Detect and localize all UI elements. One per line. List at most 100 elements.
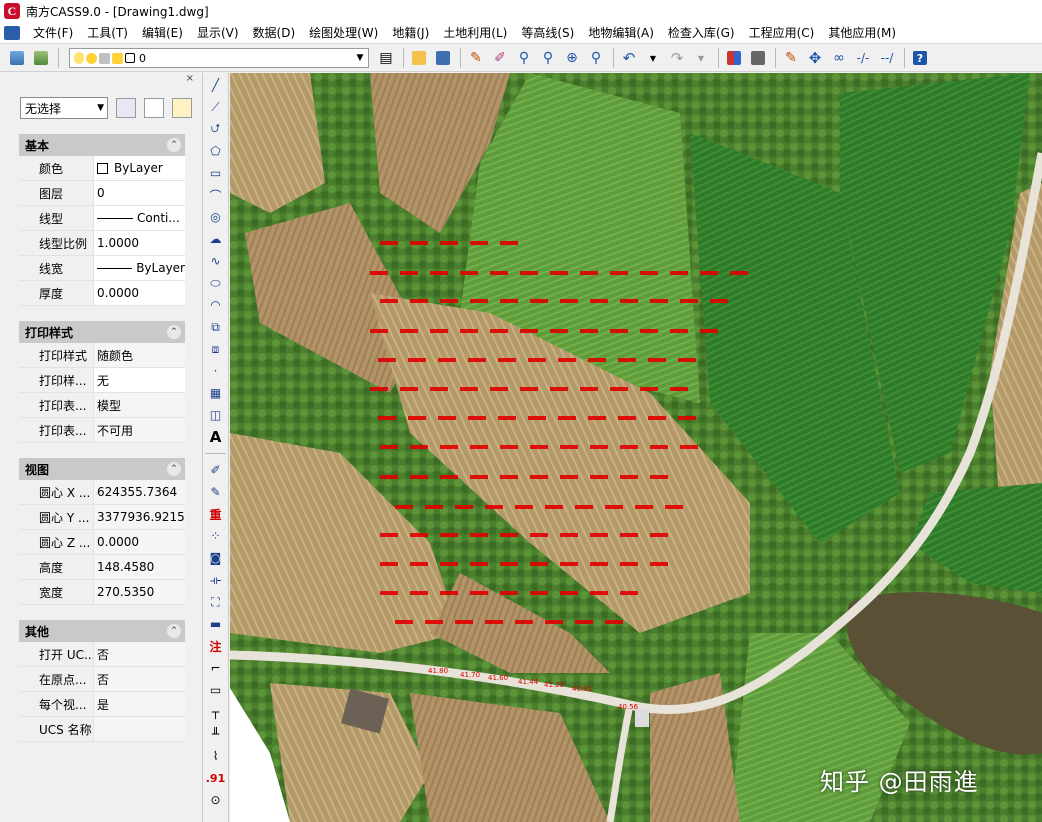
open-folder-icon[interactable] [408,47,430,69]
make-block-icon[interactable]: ⧈ [206,339,226,359]
construction-line-icon[interactable]: ⟋ [206,97,226,117]
collapse-icon[interactable]: ⌃ [167,462,181,476]
layers-icon[interactable] [6,47,28,69]
collapse-icon[interactable]: ⌃ [167,138,181,152]
property-value[interactable]: 148.4580 [93,555,185,579]
menu-item[interactable]: 检查入库(G) [661,22,742,44]
property-row[interactable]: 圆心 X ... 624355.7364 [19,480,185,505]
line-icon[interactable]: ╱ [206,75,226,95]
property-row[interactable]: 圆心 Y ... 3377936.9215 [19,505,185,530]
attribute-icon[interactable]: ✐ [206,460,226,480]
pencil-icon[interactable]: ✎ [465,47,487,69]
calculator-icon[interactable] [747,47,769,69]
property-value[interactable]: Conti... [93,206,185,230]
property-row[interactable]: 在原点... 否 [19,667,185,692]
property-row[interactable]: 颜色 ByLayer [19,156,185,181]
menu-item[interactable]: 数据(D) [246,22,303,44]
rectangle-icon[interactable]: ▭ [206,163,226,183]
ruler-icon[interactable]: ▬ [206,614,226,634]
link-icon[interactable]: ∞ [828,47,850,69]
save-icon[interactable] [432,47,454,69]
quick-select-icon[interactable] [172,98,192,118]
zoom-realtime-icon[interactable]: ⚲ [513,47,535,69]
text-icon[interactable]: A [206,427,226,447]
property-value[interactable]: 不可用 [93,418,185,442]
node-icon[interactable]: ⁘ [206,526,226,546]
insert-block-icon[interactable]: ⧉ [206,317,226,337]
zoom-window-icon[interactable]: ⚲ [537,47,559,69]
property-row[interactable]: 高度 148.4580 [19,555,185,580]
zoom-in-icon[interactable]: ⊕ [561,47,583,69]
property-value[interactable]: 0.0000 [93,530,185,554]
property-row[interactable]: 每个视... 是 [19,692,185,717]
menu-item[interactable]: 编辑(E) [135,22,190,44]
arc-icon[interactable]: ⌒ [206,185,226,205]
property-value[interactable]: 0.0000 [93,281,185,305]
menu-item[interactable]: 土地利用(L) [436,22,514,44]
elevation-point-icon[interactable]: .91 [206,768,226,788]
property-value[interactable]: 无 [93,368,185,392]
property-row[interactable]: 打印表... 模型 [19,393,185,418]
revision-cloud-icon[interactable]: ☁ [206,229,226,249]
undo-icon[interactable]: ↶ [618,47,640,69]
property-value[interactable]: 1.0000 [93,231,185,255]
section-header[interactable]: 基本 ⌃ [19,134,185,156]
chevron-down-icon[interactable]: ▼ [352,49,368,67]
hatch-icon[interactable]: ▦ [206,383,226,403]
property-value[interactable]: 0 [93,181,185,205]
collapse-icon[interactable]: ⌃ [167,325,181,339]
menu-item[interactable]: 工具(T) [80,22,135,44]
edit-pencil-icon[interactable]: ✎ [206,482,226,502]
polyline-icon[interactable]: ⮍ [206,119,226,139]
building-icon[interactable]: ⌐ [206,658,226,678]
menu-item[interactable]: 绘图处理(W) [302,22,385,44]
undo-dropdown-icon[interactable]: ▼ [642,47,664,69]
menu-item[interactable]: 地物编辑(A) [581,22,661,44]
selection-dropdown[interactable]: 无选择 ▼ [20,97,108,119]
linetype-icon[interactable]: ▤ [375,47,397,69]
property-row[interactable]: 线宽 ByLayer [19,256,185,281]
layer-dropdown[interactable]: 0 ▼ [69,48,369,68]
spline-icon[interactable]: ∿ [206,251,226,271]
property-row[interactable]: 线型比例 1.0000 [19,231,185,256]
extend-icon[interactable]: -/- [852,47,874,69]
redo-dropdown-icon[interactable]: ▼ [690,47,712,69]
break-icon[interactable]: --/ [876,47,898,69]
menu-item[interactable]: 文件(F) [26,22,80,44]
menu-item[interactable]: 其他应用(M) [821,22,903,44]
target-icon[interactable]: ⊙ [206,790,226,810]
property-value[interactable]: 624355.7364 [93,480,185,504]
close-icon[interactable]: × [186,73,194,87]
section-header[interactable]: 其他 ⌃ [19,620,185,642]
property-value[interactable]: 3377936.9215 [93,505,185,529]
toggle-pickadd-icon[interactable] [116,98,136,118]
property-value[interactable]: 否 [93,642,185,666]
property-row[interactable]: UCS 名称 [19,717,185,742]
property-value[interactable]: 是 [93,692,185,716]
ellipse-icon[interactable]: ⬭ [206,273,226,293]
eraser-icon[interactable]: ✐ [489,47,511,69]
survey-icon[interactable]: ⛶ [206,592,226,612]
section-header[interactable]: 视图 ⌃ [19,458,185,480]
weight-icon[interactable]: 重 [206,504,226,524]
property-row[interactable]: 打印样式 随颜色 [19,343,185,368]
camera-icon[interactable]: ◙ [206,548,226,568]
stake-icon[interactable]: ⟛ [206,570,226,590]
menu-item[interactable]: 显示(V) [190,22,246,44]
property-value[interactable]: ByLayer [93,156,185,180]
box-icon[interactable]: ▭ [206,680,226,700]
drawing-canvas[interactable]: 41.80 41.70 41.60 41.44 41.23 40.81 40.56 知乎 @… [230,73,1042,822]
property-row[interactable]: 打印样... 无 [19,368,185,393]
circle-icon[interactable]: ◎ [206,207,226,227]
ellipse-arc-icon[interactable]: ◠ [206,295,226,315]
property-row[interactable]: 打印表... 不可用 [19,418,185,443]
annotate-icon[interactable]: 注 [206,636,226,656]
section-header[interactable]: 打印样式 ⌃ [19,321,185,343]
help-icon[interactable]: ? [909,47,931,69]
vegetation-icon[interactable]: ⌇ [206,746,226,766]
property-row[interactable]: 宽度 270.5350 [19,580,185,605]
property-row[interactable]: 圆心 Z ... 0.0000 [19,530,185,555]
menu-item[interactable]: 等高线(S) [514,22,581,44]
property-value[interactable]: ByLayer [93,256,185,280]
fence-icon[interactable]: ┬ [206,702,226,722]
